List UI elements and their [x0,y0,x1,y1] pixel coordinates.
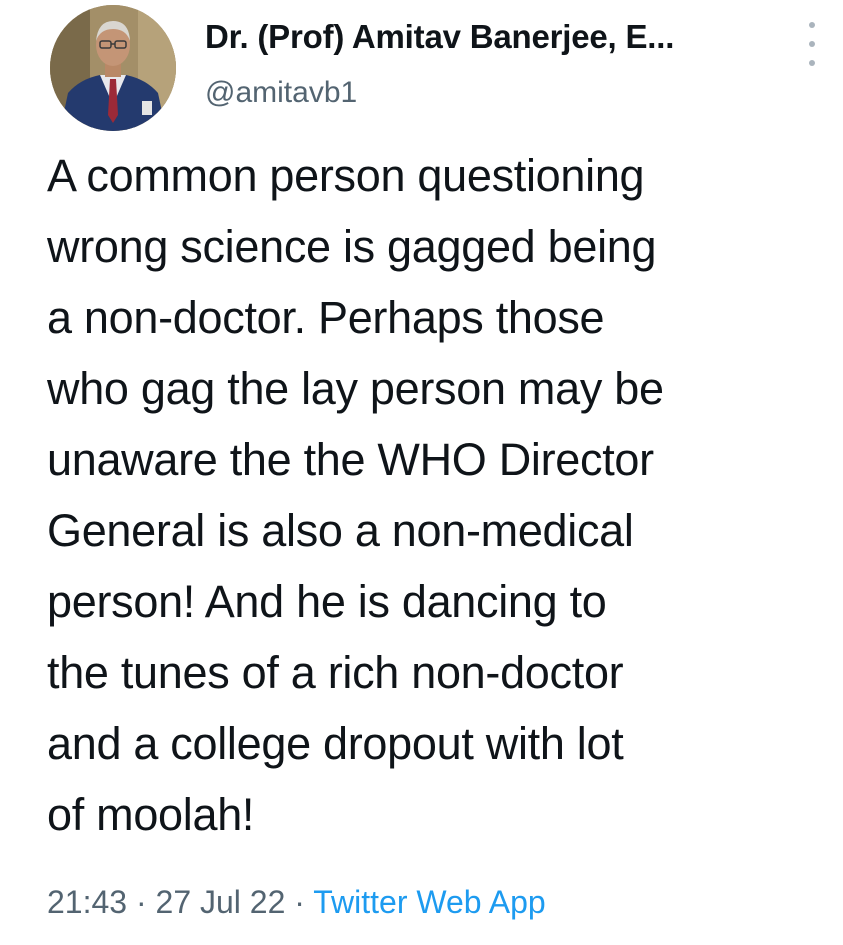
tweet-text-line: who gag the lay person may be [47,363,664,414]
tweet-text-line: of moolah! [47,789,255,840]
tweet-time[interactable]: 21:43 [47,884,127,920]
tweet-text-line: and a college dropout with lot [47,718,624,769]
tweet-text-line: General is also a non-medical [47,505,634,556]
tweet-meta: 21:43 · 27 Jul 22 · Twitter Web App [47,884,546,921]
more-dot [809,60,815,66]
author-display-name[interactable]: Dr. (Prof) Amitav Banerjee, E... [205,18,674,56]
tweet-text-line: the tunes of a rich non-doctor [47,647,624,698]
tweet-text-line: wrong science is gagged being [47,221,657,272]
author-handle[interactable]: @amitavb1 [205,76,357,110]
tweet-text: A common person questioning wrong scienc… [47,140,837,850]
tweet-date[interactable]: 27 Jul 22 [156,884,286,920]
meta-separator: · [294,884,305,920]
more-dot [809,41,815,47]
avatar[interactable] [50,5,176,131]
tweet-source-link[interactable]: Twitter Web App [313,884,545,920]
tweet-text-line: person! And he is dancing to [47,576,607,627]
more-vertical-icon[interactable] [800,22,824,66]
more-dot [809,22,815,28]
tweet-card: Dr. (Prof) Amitav Banerjee, E... @amitav… [0,0,843,945]
tweet-text-line: unaware the the WHO Director [47,434,654,485]
tweet-text-line: a non-doctor. Perhaps those [47,292,605,343]
tweet-text-line: A common person questioning [47,150,645,201]
avatar-image [50,5,176,131]
meta-separator: · [135,884,147,920]
